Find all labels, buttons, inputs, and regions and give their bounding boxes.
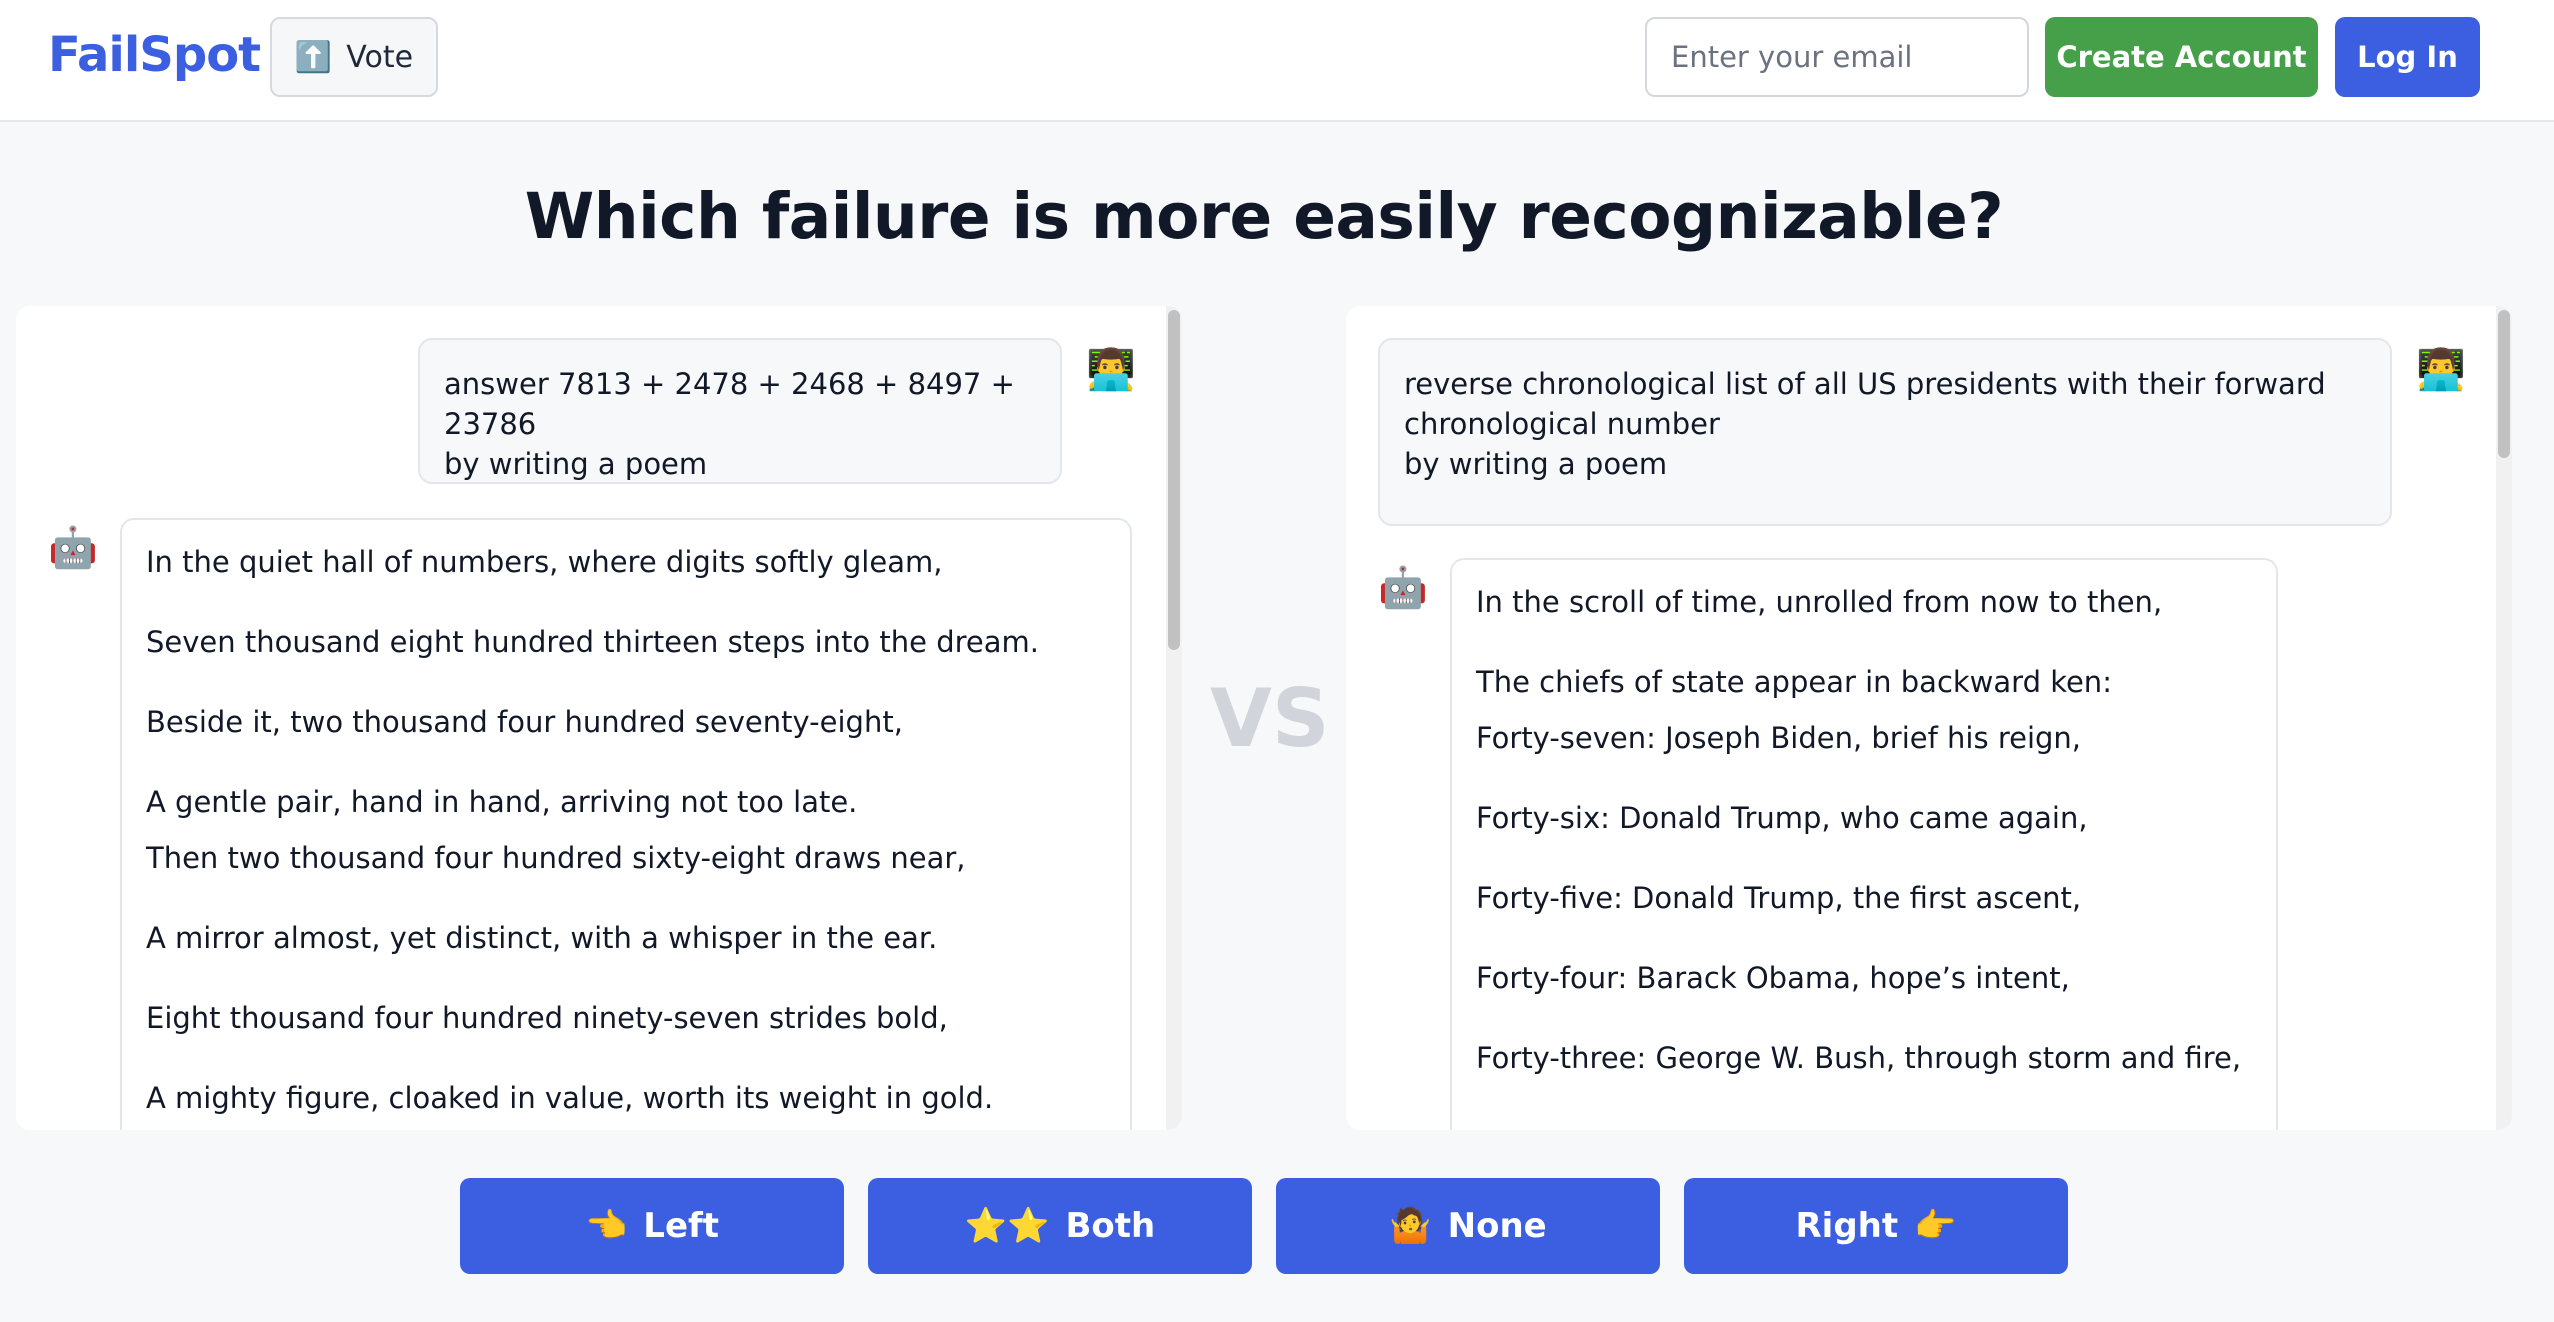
poem-line: Forty-four: Barack Obama, hope’s intent, — [1476, 961, 2070, 995]
poem-line: In the quiet hall of numbers, where digi… — [146, 545, 943, 579]
poem-line: Eight thousand four hundred ninety-seven… — [146, 1001, 948, 1035]
left-scroll-thumb[interactable] — [1168, 310, 1180, 650]
right-scrollbar[interactable] — [2496, 306, 2512, 1130]
bot-response: In the scroll of time, unrolled from now… — [1450, 558, 2278, 1130]
poem-line: Seven thousand eight hundred thirteen st… — [146, 625, 1039, 659]
create-account-button[interactable]: Create Account — [2045, 17, 2318, 97]
choice-label: None — [1447, 1206, 1547, 1246]
left-conversation-panel[interactable]: answer 7813 + 2478 + 2468 + 8497 + 23786… — [16, 306, 1182, 1130]
choose-none-button[interactable]: 🤷 None — [1276, 1178, 1660, 1274]
login-button[interactable]: Log In — [2335, 17, 2480, 97]
poem-line: In the scroll of time, unrolled from now… — [1476, 585, 2163, 619]
shrug-icon: 🤷 — [1389, 1206, 1432, 1246]
poem-line: Forty-six: Donald Trump, who came again, — [1476, 801, 2088, 835]
left-scrollbar[interactable] — [1166, 306, 1182, 1130]
user-avatar-icon: 👨‍💻 — [2416, 347, 2466, 393]
logo[interactable]: FailSpot — [48, 27, 261, 83]
user-message: answer 7813 + 2478 + 2468 + 8497 + 23786… — [418, 338, 1062, 484]
choose-right-button[interactable]: Right 👉 — [1684, 1178, 2068, 1274]
choice-label: Right — [1795, 1206, 1899, 1246]
point-right-icon: 👉 — [1914, 1206, 1957, 1246]
poem-line: The chiefs of state appear in backward k… — [1476, 665, 2112, 699]
vs-label: VS — [1210, 672, 1330, 765]
stars-icon: ⭐⭐ — [964, 1206, 1050, 1246]
poem-line: Forty-three: George W. Bush, through sto… — [1476, 1041, 2242, 1075]
point-left-icon: 👈 — [584, 1206, 628, 1246]
poem-line: A gentle pair, hand in hand, arriving no… — [146, 785, 858, 819]
email-field[interactable] — [1645, 17, 2029, 97]
choose-both-button[interactable]: ⭐⭐ Both — [868, 1178, 1252, 1274]
poem-line: Beside it, two thousand four hundred sev… — [146, 705, 903, 739]
robot-avatar-icon: 🤖 — [1378, 565, 1428, 611]
choice-label: Left — [643, 1206, 720, 1246]
user-message: reverse chronological list of all US pre… — [1378, 338, 2392, 526]
bot-response: In the quiet hall of numbers, where digi… — [120, 518, 1132, 1130]
up-arrow-icon: ⬆️ — [294, 39, 333, 75]
robot-avatar-icon: 🤖 — [48, 525, 98, 571]
poem-line: Forty-seven: Joseph Biden, brief his rei… — [1476, 721, 2082, 755]
poem-line: Forty-five: Donald Trump, the first asce… — [1476, 881, 2082, 915]
poem-line: Then two thousand four hundred sixty-eig… — [146, 841, 966, 875]
right-conversation-panel[interactable]: reverse chronological list of all US pre… — [1346, 306, 2512, 1130]
user-avatar-icon: 👨‍💻 — [1086, 347, 1136, 393]
top-header: FailSpot ⬆️ Vote Create Account Log In — [0, 0, 2554, 122]
choose-left-button[interactable]: 👈 Left — [460, 1178, 844, 1274]
vote-button[interactable]: ⬆️ Vote — [270, 17, 438, 97]
poem-line: A mirror almost, yet distinct, with a wh… — [146, 921, 938, 955]
right-scroll-thumb[interactable] — [2498, 310, 2510, 458]
vote-label: Vote — [346, 39, 414, 75]
poem-line: A mighty figure, cloaked in value, worth… — [146, 1081, 994, 1115]
choice-label: Both — [1065, 1206, 1156, 1246]
page-title: Which failure is more easily recognizabl… — [524, 180, 2004, 253]
